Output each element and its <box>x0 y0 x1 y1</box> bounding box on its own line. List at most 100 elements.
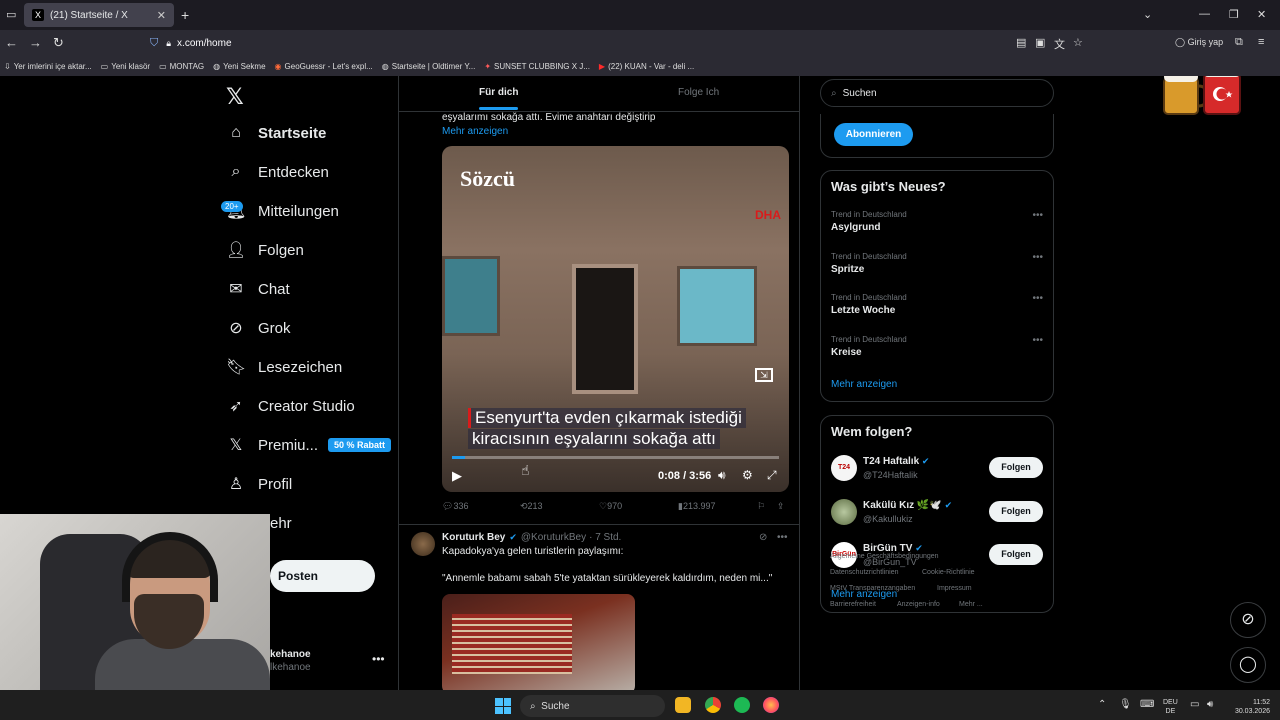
trend-item[interactable]: Trend in Deutschland Spritze ••• <box>831 252 1043 275</box>
footer-link[interactable]: Datenschutzrichtlinien <box>830 569 898 576</box>
follow-button[interactable]: Folgen <box>989 500 1043 522</box>
menu-icon[interactable]: ≡ <box>1258 36 1264 48</box>
reply-button[interactable]: 💬︎ 336 <box>442 501 468 512</box>
trends-more-link[interactable]: Mehr anzeigen <box>831 379 897 390</box>
share-icon[interactable]: ⇪ <box>777 501 785 512</box>
tab-following[interactable]: Folge Ich <box>678 87 719 98</box>
chrome-icon[interactable] <box>705 697 721 713</box>
suggestion-name[interactable]: T24 Haftalık ✔ <box>863 456 929 467</box>
more-options-icon[interactable]: ••• <box>372 652 385 666</box>
sidebar-item-profil[interactable]: ♙ Profil <box>226 469 396 499</box>
new-tab-icon[interactable]: + <box>181 7 189 23</box>
footer-link[interactable]: Anzeigen-info <box>897 601 940 608</box>
taskbar-clock[interactable]: 11:52 30.03.2026 <box>1228 698 1270 716</box>
search-input[interactable]: ⌕ Suchen <box>820 79 1054 107</box>
microphone-icon[interactable]: 🎙︎ <box>1119 699 1132 710</box>
bookmark-item[interactable]: ◍ Startseite | Oldtimer Y... <box>382 62 476 71</box>
speaker-icon[interactable]: 🔊︎ <box>1207 699 1213 710</box>
video-player[interactable]: Sözcü DHA ⇲ Esenyurt'ta evden çıkarmak i… <box>442 146 789 492</box>
back-icon[interactable]: ← <box>5 35 18 50</box>
taskbar-search[interactable]: ⌕ Suche <box>520 695 665 717</box>
sidebar-item-grok[interactable]: ⊘ Grok <box>226 313 396 343</box>
close-window-icon[interactable]: ✕ <box>1257 8 1266 21</box>
account-switcher[interactable]: kehanoe lkehanoe <box>270 649 311 673</box>
bookmark-item[interactable]: ⇩ Yer imlerini içe aktar... <box>4 62 92 71</box>
views-button[interactable]: ▮ 213.997 <box>678 501 716 512</box>
sidebar-item-entdecken[interactable]: ⌕ Entdecken <box>226 157 396 187</box>
trend-item[interactable]: Trend in Deutschland Asylgrund ••• <box>831 210 1043 233</box>
avatar[interactable]: T24 <box>831 455 857 481</box>
sidebar-item-startseite[interactable]: ⌂ Startseite <box>226 118 396 148</box>
show-more-link[interactable]: Mehr anzeigen <box>442 126 508 137</box>
tweet-time[interactable]: · 7 Std. <box>589 532 621 543</box>
video-progress-bar[interactable] <box>452 456 779 459</box>
footer-link[interactable]: Barrierefreiheit <box>830 601 876 608</box>
picture-in-picture-icon[interactable]: ⇲ <box>755 368 773 382</box>
more-options-icon[interactable]: ••• <box>1032 335 1043 346</box>
play-icon[interactable]: ▶ <box>452 468 462 484</box>
sidebar-item-lesezeichen[interactable]: 🔖︎ Lesezeichen <box>226 352 396 382</box>
url-text[interactable]: x.com/home <box>177 38 231 49</box>
star-icon[interactable]: ☆ <box>1073 36 1083 49</box>
shield-icon[interactable]: ⛉ <box>150 37 158 50</box>
file-explorer-icon[interactable] <box>675 697 691 713</box>
bookmark-item[interactable]: ▭ Yeni klasör <box>101 62 150 71</box>
bookmark-item[interactable]: ◍ Yeni Sekme <box>213 62 265 71</box>
footer-link[interactable]: MStV Transparenzangaben <box>830 585 915 592</box>
login-button[interactable]: ◯ Giriş yap <box>1175 37 1223 48</box>
chevron-down-icon[interactable]: ⌄ <box>1143 8 1152 21</box>
follow-suggestion[interactable]: Kakülü Kız 🌿🕊️ ✔ @Kakullukiz Folgen <box>831 498 1043 529</box>
grok-icon[interactable]: ⊘ <box>759 532 767 543</box>
windows-start-icon[interactable] <box>495 698 511 714</box>
chat-floating-button[interactable]: ◯ <box>1230 647 1266 683</box>
lock-icon[interactable]: 🔒︎ <box>166 38 171 49</box>
trend-item[interactable]: Trend in Deutschland Kreise ••• <box>831 335 1043 358</box>
picture-icon[interactable]: ▣ <box>1035 36 1045 49</box>
tab-list-icon[interactable]: ▭ <box>6 8 16 21</box>
browser-tab[interactable]: X (21) Startseite / X ✕ <box>24 3 174 27</box>
repost-button[interactable]: ⟲ 213 <box>520 501 543 512</box>
bookmark-item[interactable]: ✦ SUNSET CLUBBING X J... <box>484 62 590 71</box>
keyboard-icon[interactable]: ⌨ <box>1140 699 1154 710</box>
more-options-icon[interactable]: ••• <box>1032 210 1043 221</box>
follow-button[interactable]: Folgen <box>989 544 1043 565</box>
footer-link[interactable]: Mehr ... <box>959 601 983 608</box>
bookmark-item[interactable]: ◉ GeoGuessr - Let's expl... <box>275 62 373 71</box>
bookmark-item[interactable]: ▭ MONTAG <box>159 62 204 71</box>
address-bar[interactable]: ⛉ 🔒︎ x.com/home <box>150 32 1100 54</box>
subscribe-button[interactable]: Abonnieren <box>834 123 913 146</box>
sidebar-item-creator-studio[interactable]: ➶ Creator Studio <box>226 391 396 421</box>
x-logo-icon[interactable]: 𝕏 <box>226 84 244 110</box>
tab-for-you[interactable]: Für dich <box>479 87 519 110</box>
reader-view-icon[interactable]: ▤ <box>1016 36 1026 49</box>
sidebar-item-premiu[interactable]: 𝕏 Premiu... 50 % Rabatt <box>226 430 396 460</box>
bookmark-icon[interactable]: ⚐ <box>757 501 765 512</box>
fullscreen-icon[interactable]: ⤢ <box>767 468 777 483</box>
more-options-icon[interactable]: ••• <box>1032 293 1043 304</box>
avatar[interactable] <box>411 532 435 556</box>
trend-item[interactable]: Trend in Deutschland Letzte Woche ••• <box>831 293 1043 316</box>
firefox-icon[interactable] <box>763 697 779 713</box>
bookmark-item[interactable]: ▶ (22) KUAN - Var - deli ... <box>599 62 694 71</box>
spotify-icon[interactable] <box>734 697 750 713</box>
like-button[interactable]: ♡ 970 <box>599 501 622 512</box>
tweet-author-name[interactable]: Koruturk Bey <box>442 532 505 543</box>
sidebar-item-folgen[interactable]: 👤︎ Folgen <box>226 235 396 265</box>
forward-icon[interactable]: → <box>29 35 42 50</box>
suggestion-name[interactable]: Kakülü Kız 🌿🕊️ ✔ <box>863 500 952 511</box>
tray-chevron-icon[interactable]: ⌃ <box>1098 699 1106 710</box>
more-options-icon[interactable]: ••• <box>1032 252 1043 263</box>
follow-suggestion[interactable]: T24 T24 Haftalık ✔ @T24Haftalik Folgen <box>831 455 1043 485</box>
footer-link[interactable]: Impressum <box>937 585 972 592</box>
volume-icon[interactable]: 🔊︎ <box>718 468 726 483</box>
restore-icon[interactable]: ❐ <box>1229 8 1239 21</box>
avatar[interactable] <box>831 498 857 525</box>
translate-icon[interactable]: 文 <box>1054 36 1065 52</box>
minimize-icon[interactable]: — <box>1199 8 1210 20</box>
footer-link[interactable]: Allgemeine Geschäftsbedingungen <box>830 553 939 560</box>
footer-link[interactable]: Cookie-Richtlinie <box>922 569 975 576</box>
tweet-author-handle[interactable]: @KoruturkBey <box>521 532 586 543</box>
language-indicator[interactable]: DEU DE <box>1163 698 1178 716</box>
tweet-image[interactable] <box>442 594 635 690</box>
more-options-icon[interactable]: ••• <box>777 532 788 543</box>
